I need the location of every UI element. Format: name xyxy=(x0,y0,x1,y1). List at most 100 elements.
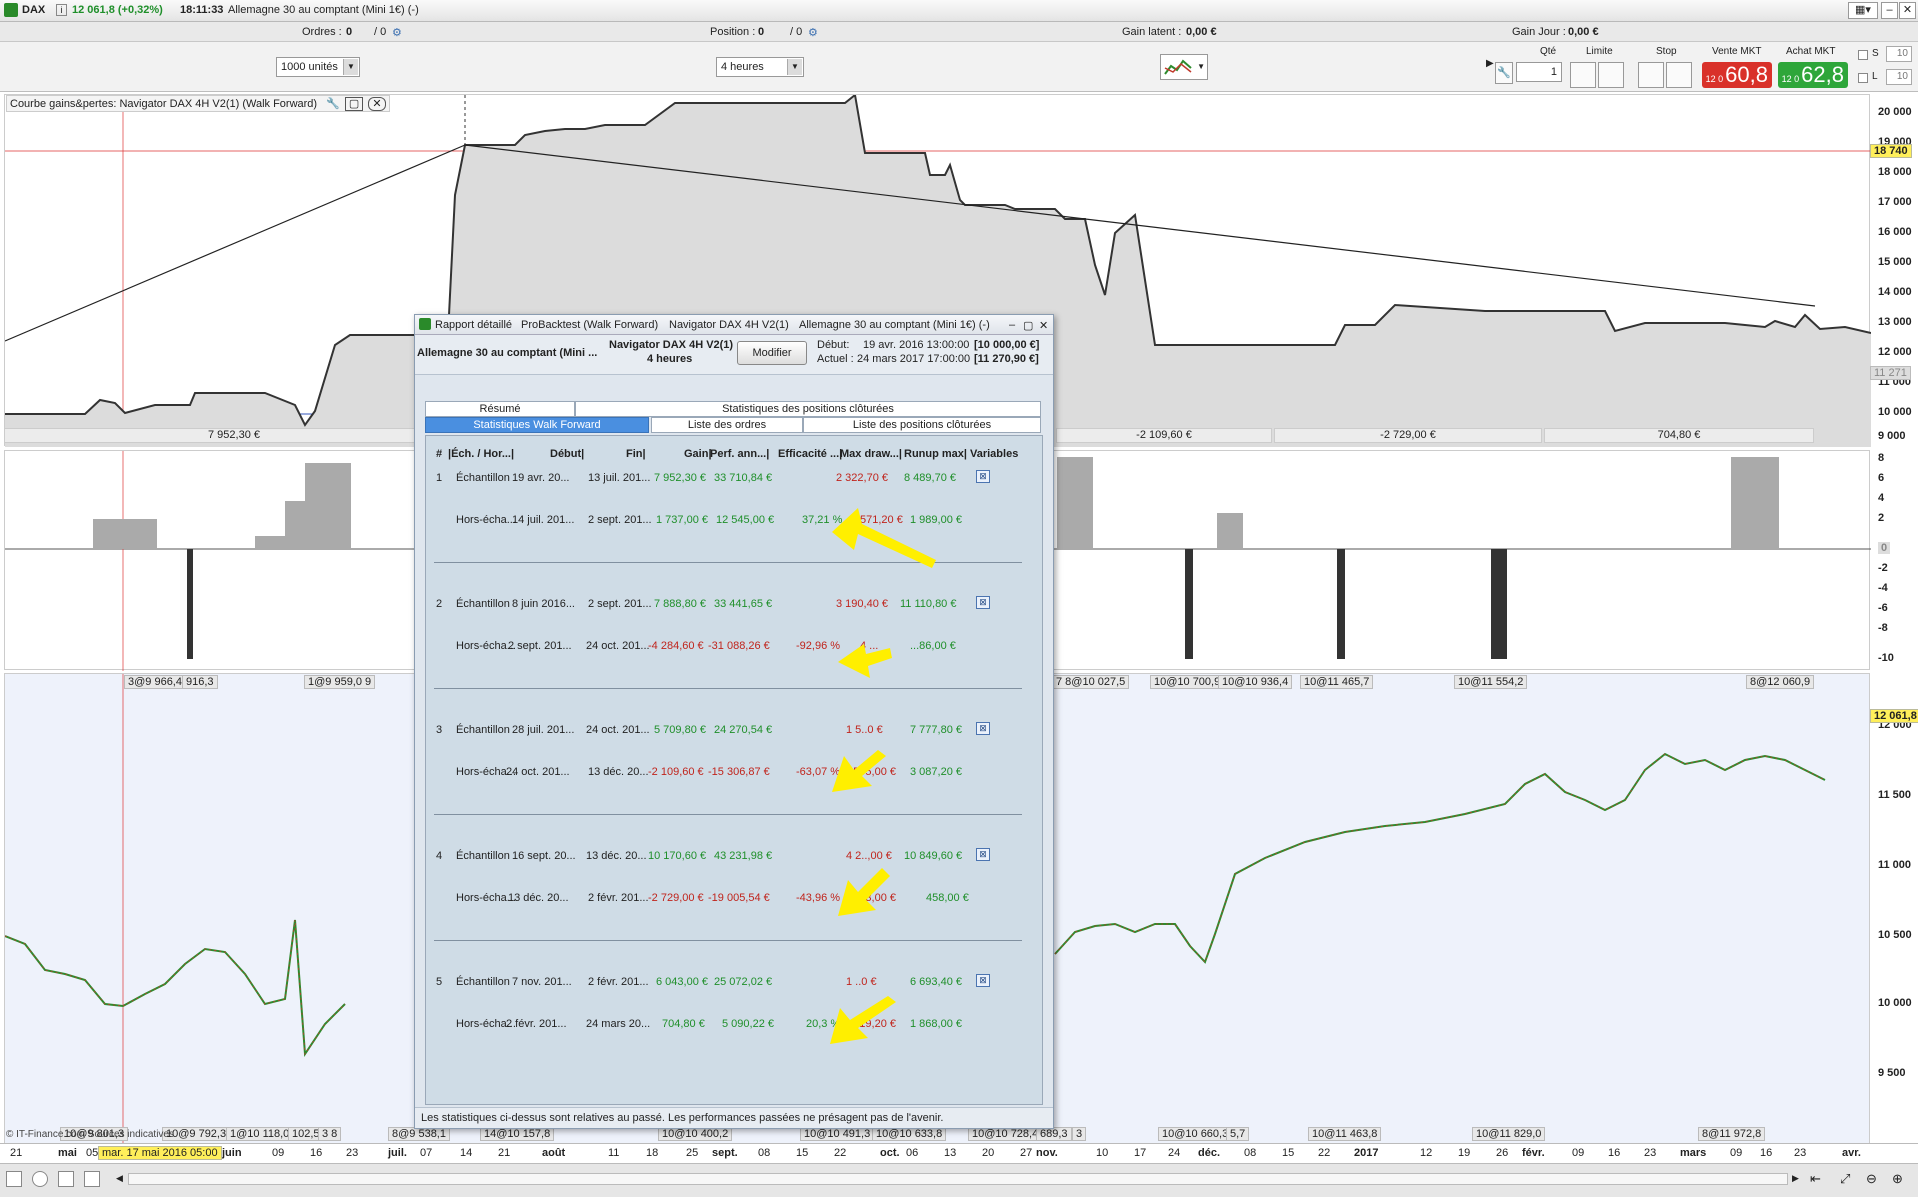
panel-collapse-icon[interactable]: ▶ xyxy=(1486,58,1494,69)
current-capital: [11 270,90 €] xyxy=(974,353,1039,365)
y-tick: -8 xyxy=(1878,622,1888,634)
dialog-tab-strategy[interactable]: Navigator DAX 4H V2(1) xyxy=(669,319,789,331)
list-icon[interactable] xyxy=(58,1171,74,1187)
start-date: 19 avr. 2016 13:00:00 xyxy=(863,339,970,351)
dialog-tab-report[interactable]: Rapport détaillé xyxy=(435,319,512,331)
col-end: Fin| xyxy=(626,448,646,460)
s-input[interactable]: 10 xyxy=(1886,46,1912,62)
x-tick: 15 xyxy=(1282,1147,1295,1159)
position-settings-icon[interactable]: ⚙ xyxy=(808,26,818,39)
limit-sell-button[interactable] xyxy=(1598,62,1624,88)
price-marker-top: 18 740 xyxy=(1870,144,1912,158)
sell-market-button[interactable]: 12 060,8 xyxy=(1702,62,1772,88)
tab-closed-positions-list[interactable]: Liste des positions clôturées xyxy=(803,417,1041,433)
layout-menu-button[interactable]: ▦▾ xyxy=(1848,2,1878,19)
bottom-toolbar: ◀ ▶ ⇤ ⤢ ⊖ ⊕ xyxy=(0,1163,1918,1197)
l-input[interactable]: 10 xyxy=(1886,69,1912,85)
clock-icon[interactable] xyxy=(32,1171,48,1187)
x-tick: 08 xyxy=(758,1147,771,1159)
variables-button[interactable]: ⊠ xyxy=(976,974,990,987)
zoom-in-icon[interactable]: ⊕ xyxy=(1892,1171,1903,1187)
row-separator xyxy=(434,562,1022,563)
wrench-icon[interactable]: 🔧 xyxy=(1495,62,1513,84)
x-tick: 14 xyxy=(460,1147,473,1159)
zoom-out-icon[interactable]: ⊖ xyxy=(1866,1171,1877,1187)
day-gain-value: 0,00 € xyxy=(1568,26,1599,38)
sample-type: Échantillon xyxy=(456,850,510,862)
variables-button[interactable]: ⊠ xyxy=(976,596,990,609)
y-tick: 10 000 xyxy=(1878,997,1912,1009)
oos-end: 13 déc. 20... xyxy=(588,766,649,778)
buy-market-button[interactable]: 12 062,8 xyxy=(1778,62,1848,88)
sample-maxdd: 2 322,70 € xyxy=(836,472,888,484)
info-icon[interactable]: i xyxy=(56,4,67,16)
tab-closed-positions-stats[interactable]: Statistiques des positions clôturées xyxy=(575,401,1041,417)
trade-label: 10@10 728,4 xyxy=(968,1127,1043,1141)
zoom-fit-icon[interactable]: ⤢ xyxy=(1840,1171,1850,1187)
oos-gain: -4 284,60 € xyxy=(648,640,704,652)
x-tick: 24 xyxy=(1168,1147,1181,1159)
x-tick: mai xyxy=(58,1147,77,1159)
units-select[interactable]: 1000 unités ▼ xyxy=(276,57,360,77)
close-icon[interactable]: ✕ xyxy=(368,97,386,111)
limit-label: Limite xyxy=(1586,46,1613,57)
dialog-maximize-button[interactable]: ▢ xyxy=(1023,319,1033,332)
chevron-down-icon[interactable]: ▼ xyxy=(1197,62,1205,71)
y-tick: 9 000 xyxy=(1878,430,1906,442)
y-tick: 17 000 xyxy=(1878,196,1912,208)
zoom-tools-icon[interactable]: ⇤ xyxy=(1810,1171,1821,1187)
oos-runup: 1 868,00 € xyxy=(910,1018,962,1030)
tab-walk-forward-stats[interactable]: Statistiques Walk Forward xyxy=(425,417,649,433)
minimize-button[interactable]: – xyxy=(1881,2,1898,19)
dialog-tab-instrument[interactable]: Allemagne 30 au comptant (Mini 1€) (-) xyxy=(799,319,990,331)
equity-y-axis: 20 000 19 000 18 000 17 000 16 000 15 00… xyxy=(1870,94,1918,446)
horizontal-scrollbar[interactable] xyxy=(128,1173,1788,1185)
dialog-tab-probacktest[interactable]: ProBacktest (Walk Forward) xyxy=(521,319,658,331)
dialog-close-button[interactable]: ✕ xyxy=(1039,319,1048,332)
chevron-down-icon[interactable]: ▼ xyxy=(787,59,802,75)
s-checkbox[interactable] xyxy=(1858,50,1868,60)
variables-button[interactable]: ⊠ xyxy=(976,848,990,861)
sample-perf: 24 270,54 € xyxy=(714,724,773,736)
tab-orders-list[interactable]: Liste des ordres xyxy=(651,417,803,433)
x-tick: nov. xyxy=(1036,1147,1058,1159)
sample-perf: 43 231,98 € xyxy=(714,850,773,862)
modify-button[interactable]: Modifier xyxy=(737,341,807,365)
maximize-icon[interactable]: ▢ xyxy=(344,97,364,111)
stop-sell-button[interactable] xyxy=(1666,62,1692,88)
qty-input[interactable]: 1 xyxy=(1516,62,1562,82)
x-tick: 19 xyxy=(1458,1147,1471,1159)
variables-button[interactable]: ⊠ xyxy=(976,470,990,483)
oos-maxdd: 571,20 € xyxy=(860,514,903,526)
wrench-icon[interactable]: 🔧 xyxy=(326,98,340,110)
app-menu-icon[interactable] xyxy=(4,3,18,17)
chevron-down-icon[interactable]: ▼ xyxy=(343,59,358,75)
stop-buy-button[interactable] xyxy=(1638,62,1664,88)
short-bars xyxy=(187,549,193,659)
chart-type-button[interactable]: ▼ xyxy=(1160,54,1208,80)
symbol-label[interactable]: DAX xyxy=(22,4,45,16)
limit-buy-button[interactable] xyxy=(1570,62,1596,88)
l-checkbox[interactable] xyxy=(1858,73,1868,83)
close-window-button[interactable]: ✕ xyxy=(1899,2,1916,19)
scroll-left-icon[interactable]: ◀ xyxy=(116,1173,123,1184)
drawing-tools-icon[interactable] xyxy=(6,1171,22,1187)
scroll-right-icon[interactable]: ▶ xyxy=(1792,1173,1799,1184)
y-tick: 14 000 xyxy=(1878,286,1912,298)
orders-settings-icon[interactable]: ⚙ xyxy=(392,26,402,39)
oos-end: 2 sept. 201... xyxy=(588,514,652,526)
grid-icon[interactable] xyxy=(84,1171,100,1187)
x-tick: déc. xyxy=(1198,1147,1221,1159)
variables-button[interactable]: ⊠ xyxy=(976,722,990,735)
tab-summary[interactable]: Résumé xyxy=(425,401,575,417)
col-variables: Variables xyxy=(970,448,1019,460)
trade-label: 8@9 538,1 xyxy=(388,1127,450,1141)
oos-efficiency: 20,3 % xyxy=(806,1018,841,1030)
x-tick: avr. xyxy=(1842,1147,1861,1159)
segment-label-4: -2 729,00 € xyxy=(1274,428,1542,443)
trade-label: 10@11 554,2 xyxy=(1454,675,1528,689)
sample-perf: 25 072,02 € xyxy=(714,976,773,988)
timeframe-select[interactable]: 4 heures ▼ xyxy=(716,57,804,77)
copyright-text: © IT-Finance.com Sources indicatives xyxy=(6,1129,174,1140)
dialog-minimize-button[interactable]: – xyxy=(1009,319,1015,331)
